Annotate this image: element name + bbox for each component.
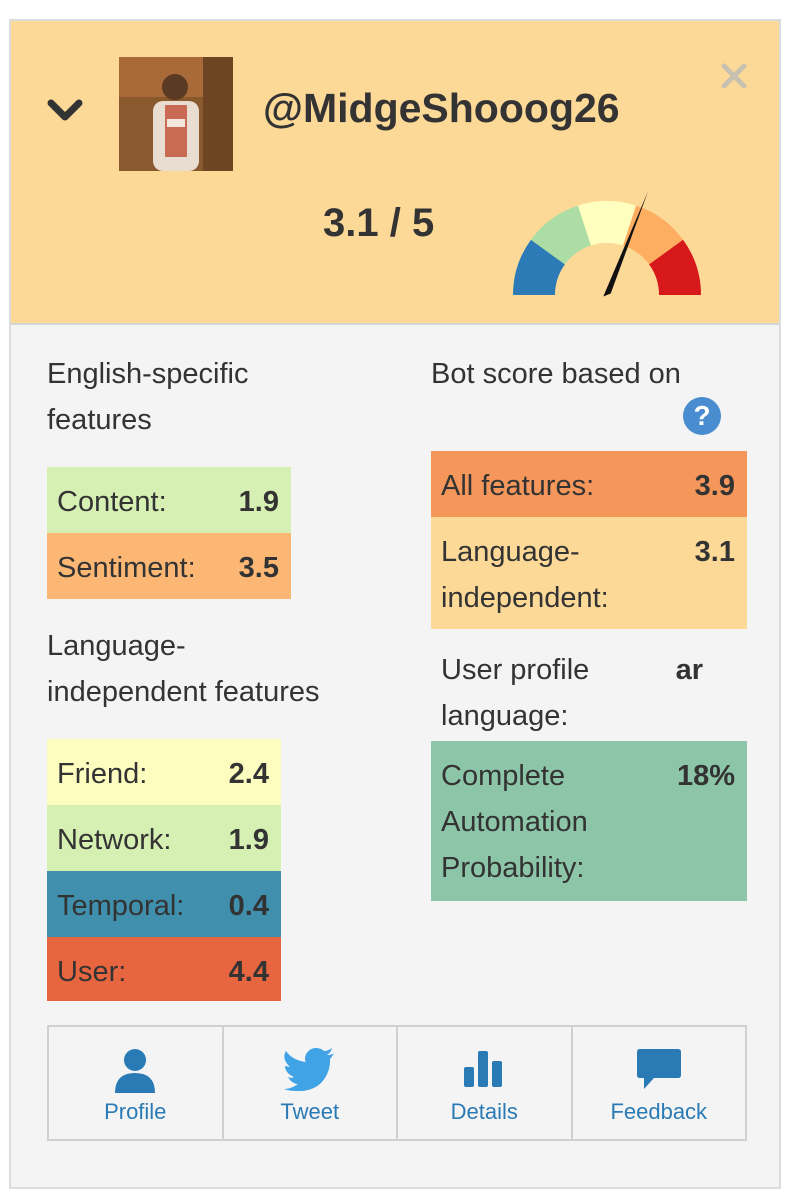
user-value: 4.4	[228, 956, 269, 988]
card-header: @MidgeShooog26 3.1 / 5	[11, 21, 779, 325]
content-value: 1.9	[238, 486, 279, 518]
network-score-row: Network: 1.9	[47, 805, 281, 871]
profile-label: Profile	[104, 1099, 167, 1124]
user-score-row: User: 4.4	[47, 937, 281, 1001]
tweet-label: Tweet	[280, 1099, 340, 1124]
network-label: Network:	[57, 824, 172, 856]
all-features-row: All features: 3.9	[431, 451, 747, 517]
content-score-row: Content: 1.9	[47, 467, 291, 533]
cap-label-line3: Probability:	[441, 852, 585, 884]
all-features-label: All features:	[441, 470, 595, 502]
language-title-line1: Language-	[47, 630, 186, 662]
bot-score-title: Bot score based on	[431, 358, 681, 390]
language-independent-label-line1: Language-	[441, 536, 580, 568]
sentiment-label: Sentiment:	[57, 552, 196, 584]
avatar	[119, 57, 233, 171]
user-icon	[115, 1049, 156, 1093]
cap-row: Complete Automation Probability: 18%	[431, 741, 747, 901]
score-gauge	[513, 190, 701, 297]
language-independent-label: Language- independent:	[441, 529, 609, 621]
cap-label: Complete Automation Probability:	[441, 753, 588, 891]
user-profile-language-label-line2: language:	[441, 700, 569, 732]
sentiment-value: 3.5	[238, 552, 279, 584]
bot-score-card: @MidgeShooog26 3.1 / 5 English-specific …	[9, 19, 781, 1189]
cap-label-line1: Complete	[441, 760, 566, 792]
details-button[interactable]: Details	[398, 1027, 573, 1139]
temporal-label: Temporal:	[57, 890, 185, 922]
friend-value: 2.4	[228, 758, 269, 790]
cap-value: 18%	[676, 760, 735, 792]
user-profile-language-value: ar	[675, 654, 703, 686]
friend-label: Friend:	[57, 758, 148, 790]
close-icon[interactable]	[719, 61, 749, 91]
tweet-button[interactable]: Tweet	[224, 1027, 398, 1139]
user-profile-language-label: User profile language:	[441, 647, 589, 739]
help-icon[interactable]: ?	[683, 397, 721, 435]
temporal-score-row: Temporal: 0.4	[47, 871, 281, 937]
language-independent-value: 3.1	[694, 536, 735, 568]
user-profile-language-label-line1: User profile	[441, 654, 590, 686]
feedback-button[interactable]: Feedback	[573, 1027, 746, 1139]
language-independent-row: Language- independent: 3.1	[431, 517, 747, 629]
user-label: User:	[57, 956, 127, 988]
cap-label-line2: Automation	[441, 806, 588, 838]
twitter-bird-icon	[283, 1048, 334, 1091]
english-title-line2: features	[47, 404, 152, 436]
language-features-title: Language- independent features	[47, 623, 320, 715]
chevron-down-icon[interactable]	[47, 97, 83, 123]
friend-score-row: Friend: 2.4	[47, 739, 281, 805]
content-label: Content:	[57, 486, 167, 518]
english-features-title: English-specific features	[47, 351, 248, 443]
twitter-handle[interactable]: @MidgeShooog26	[263, 85, 620, 132]
network-value: 1.9	[228, 824, 269, 856]
user-profile-language-row: User profile language: ar	[431, 635, 747, 747]
action-bar: Profile Tweet Details Feedback	[47, 1025, 747, 1141]
bot-score-text: 3.1 / 5	[323, 201, 435, 245]
all-features-value: 3.9	[694, 470, 735, 502]
language-title-line2: independent features	[47, 676, 320, 708]
temporal-value: 0.4	[228, 890, 269, 922]
speech-bubble-icon	[636, 1049, 681, 1089]
language-independent-label-line2: independent:	[441, 582, 609, 614]
details-label: Details	[450, 1099, 518, 1124]
profile-button[interactable]: Profile	[49, 1027, 224, 1139]
bar-chart-icon	[464, 1051, 503, 1087]
feedback-label: Feedback	[610, 1099, 708, 1124]
english-title-line1: English-specific	[47, 358, 249, 390]
sentiment-score-row: Sentiment: 3.5	[47, 533, 291, 599]
